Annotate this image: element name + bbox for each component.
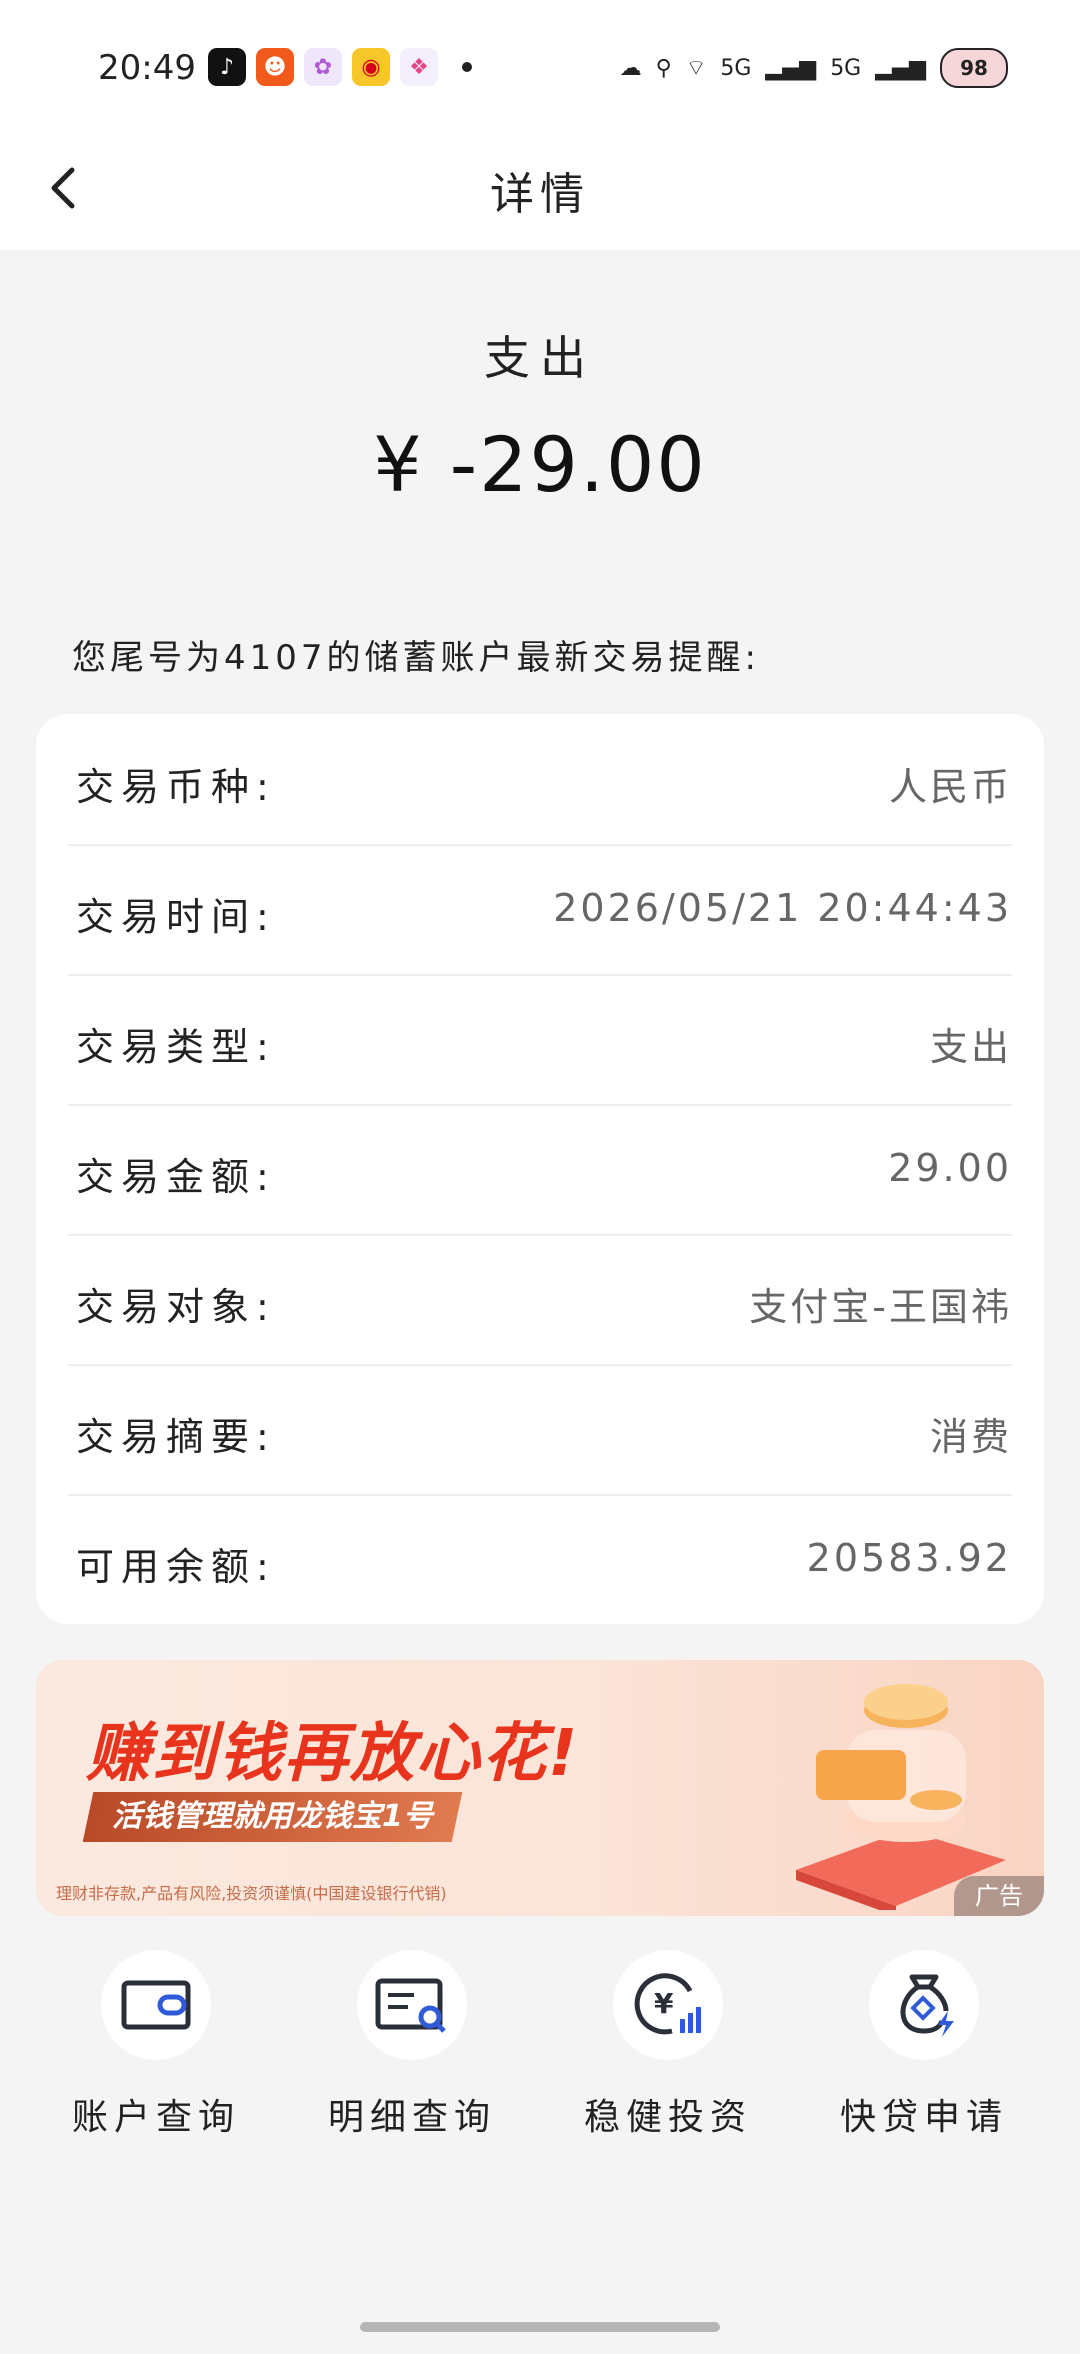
detail-row-counterparty: 交易对象: 支付宝-王国祎: [68, 1234, 1012, 1366]
money-bag-icon: [900, 1974, 954, 2037]
banner-subline-text: 活钱管理就用龙钱宝1号: [112, 1799, 433, 1834]
search-list-icon: [375, 1978, 446, 2033]
flower-app-icon: ✿: [304, 48, 342, 86]
account-notice: 您尾号为4107的储蓄账户最新交易提醒:: [72, 638, 760, 678]
detail-label: 交易币种:: [76, 765, 276, 809]
transaction-type-heading: 支出: [484, 331, 596, 385]
detail-value: 2026/05/21 20:44:43: [553, 886, 1012, 930]
banner-disclaimer: 理财非存款,产品有风险,投资须谨慎(中国建设银行代销): [56, 1884, 447, 1903]
shopping-app-icon: ☻: [256, 48, 294, 86]
page-title: 详情: [490, 169, 590, 220]
status-time: 20:49: [98, 48, 196, 88]
detail-value: 29.00: [888, 1146, 1012, 1190]
wifi-icon: ⌔: [685, 56, 707, 81]
detail-row-currency: 交易币种: 人民币: [68, 714, 1012, 846]
quick-action-detail-query[interactable]: 明细查询: [302, 1950, 522, 2140]
notification-icons: ♪ ☻ ✿ ◉ ❖: [208, 48, 472, 86]
banner-subline: 活钱管理就用龙钱宝1号: [82, 1792, 463, 1842]
promo-banner[interactable]: 赚到钱再放心花! 活钱管理就用龙钱宝1号 理财非存款,产品有风险,投资须谨慎(中…: [36, 1660, 1044, 1916]
tiktok-icon: ♪: [208, 48, 246, 86]
top-bar: 详情: [0, 140, 1080, 250]
detail-row-time: 交易时间: 2026/05/21 20:44:43: [68, 844, 1012, 976]
weibo-icon: ◉: [352, 48, 390, 86]
home-indicator[interactable]: [360, 2322, 720, 2332]
banner-headline: 赚到钱再放心花!: [86, 1717, 580, 1791]
signal-bars-icon: ▂▄▆: [765, 55, 817, 81]
svg-text:¥: ¥: [654, 1987, 674, 2020]
detail-label: 交易时间:: [76, 895, 276, 939]
detail-value: 20583.92: [806, 1536, 1012, 1580]
detail-row-balance: 可用余额: 20583.92: [68, 1494, 1012, 1624]
signal-5g-2: 5G: [830, 55, 862, 81]
detail-label: 交易对象:: [76, 1285, 276, 1329]
yuan-chart-icon: ¥: [634, 1973, 701, 2035]
more-notifications-dot: [462, 62, 472, 72]
detail-value: 人民币: [888, 765, 1012, 809]
detail-value: 支出: [929, 1025, 1012, 1069]
quick-action-account-query[interactable]: 账户查询: [46, 1950, 266, 2140]
quick-action-icon-circle: [101, 1950, 211, 2060]
quick-action-label: 明细查询: [327, 2097, 496, 2138]
quick-actions: 账户查询 明细查询 ¥ 稳健投资 快贷申请: [0, 1950, 1080, 2150]
details-card: 交易币种: 人民币 交易时间: 2026/05/21 20:44:43 交易类型…: [36, 714, 1044, 1624]
transaction-amount: ¥ -29.00: [373, 420, 707, 509]
detail-row-type: 交易类型: 支出: [68, 974, 1012, 1106]
wallet-icon: [121, 1980, 191, 2030]
detail-value: 支付宝-王国祎: [749, 1285, 1012, 1329]
detail-row-summary: 交易摘要: 消费: [68, 1364, 1012, 1496]
quick-action-icon-circle: ¥: [613, 1950, 723, 2060]
detail-label: 交易摘要:: [76, 1415, 276, 1459]
quick-action-label: 账户查询: [71, 2097, 240, 2138]
signal-bars-icon: ▂▄▆: [875, 55, 926, 81]
detail-label: 交易金额:: [76, 1155, 276, 1199]
album-app-icon: ❖: [400, 48, 438, 86]
cloud-icon: ☁: [619, 55, 642, 81]
status-bar: 20:49 ♪ ☻ ✿ ◉ ❖ ☁ ⚲ ⌔ 5G ▂▄▆ 5G ▂▄▆ 98: [0, 0, 1080, 140]
signal-5g-1: 5G: [720, 55, 752, 81]
detail-label: 交易类型:: [76, 1025, 276, 1069]
quick-action-loan[interactable]: 快贷申请: [814, 1950, 1034, 2140]
alarm-icon: ⚲: [655, 55, 672, 81]
quick-action-label: 快贷申请: [839, 2097, 1008, 2138]
detail-label: 可用余额:: [76, 1545, 276, 1589]
quick-action-label: 稳健投资: [583, 2097, 752, 2138]
quick-action-investment[interactable]: ¥ 稳健投资: [558, 1950, 778, 2140]
detail-value: 消费: [929, 1415, 1012, 1459]
coin-stack-illustration: [796, 1684, 1006, 1910]
ad-tag: 广告: [954, 1876, 1044, 1916]
quick-action-icon-circle: [357, 1950, 467, 2060]
detail-row-amount: 交易金额: 29.00: [68, 1104, 1012, 1236]
battery-indicator: 98: [940, 48, 1008, 88]
quick-action-icon-circle: [869, 1950, 979, 2060]
system-icons: ☁ ⚲ ⌔ 5G ▂▄▆ 5G ▂▄▆ 98: [620, 48, 1008, 88]
